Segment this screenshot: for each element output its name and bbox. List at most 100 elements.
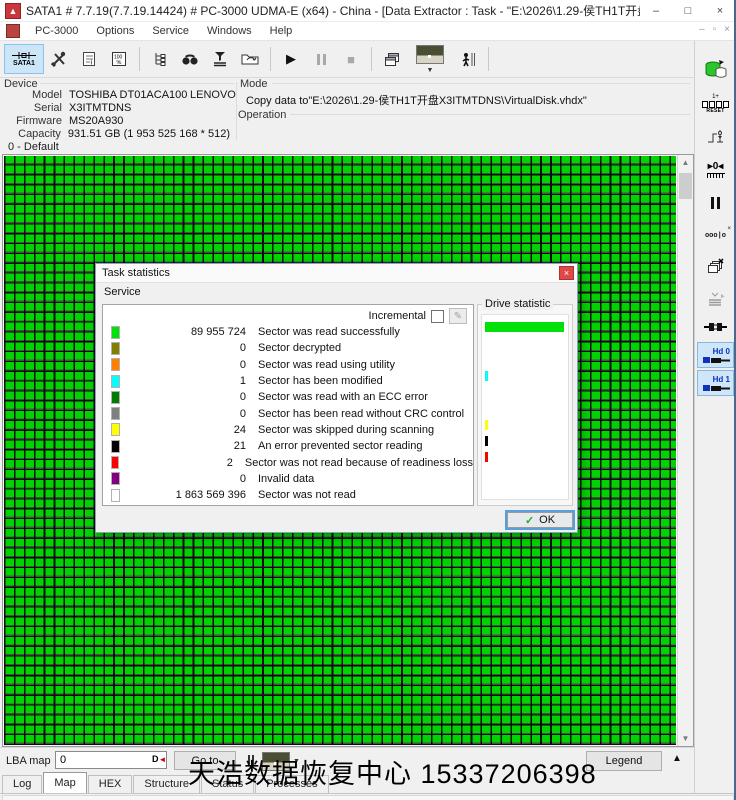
mode-value: Copy data to"E:\2026\1.29-侯TH1T开盘X3ITMTD… <box>246 92 587 108</box>
scrollbar-thumb[interactable] <box>679 173 692 199</box>
map-scrollbar[interactable]: ▲ ▼ <box>677 155 693 746</box>
lba-format-icon[interactable]: D◄ <box>152 754 166 764</box>
legend-button[interactable]: Legend <box>586 751 662 771</box>
reset-drive-button[interactable]: 1+ RESET <box>698 89 733 119</box>
tab-log[interactable]: Log <box>2 775 42 793</box>
statistic-value: 24 <box>120 424 246 436</box>
heads-test-button[interactable]: ▸0◂ <box>698 154 733 184</box>
operation-section-label: Operation <box>238 109 286 121</box>
cascade-windows-button[interactable] <box>377 44 407 74</box>
minimize-button[interactable]: – <box>640 0 672 21</box>
filter-button[interactable] <box>205 44 235 74</box>
connector-icon <box>704 321 727 333</box>
tab-hex[interactable]: HEX <box>88 775 133 793</box>
statistic-label: An error prevented sector reading <box>258 440 422 452</box>
mdi-restore-button[interactable]: ▫ <box>713 24 717 35</box>
sata1-label: SATA1 <box>13 60 35 67</box>
statistic-label: Sector has been read without CRC control <box>258 408 464 420</box>
close-all-windows-button[interactable] <box>698 251 733 281</box>
scroll-down-icon[interactable]: ▼ <box>678 731 693 746</box>
funnel-icon <box>212 51 228 67</box>
hd1-button[interactable]: Hd 1 <box>697 370 734 396</box>
status-color-swatch <box>111 489 120 502</box>
map-thumbnail-icon <box>416 45 444 64</box>
statistic-label: Sector was read with an ECC error <box>258 391 428 403</box>
device-field-value: TOSHIBA DT01ACA100 <box>69 89 187 102</box>
task-structure-button[interactable] <box>145 44 175 74</box>
head-map-button[interactable] <box>698 122 733 152</box>
menu-bar: PC-3000OptionsServiceWindowsHelp – ▫ × <box>0 22 736 41</box>
statistic-row: 0 Invalid data <box>103 471 473 487</box>
statistic-label: Sector decrypted <box>258 342 341 354</box>
statistic-value: 1 <box>120 375 246 387</box>
toolbar-separator <box>371 47 372 71</box>
statistic-value: 0 <box>120 408 246 420</box>
mdi-minimize-button[interactable]: – <box>699 24 705 35</box>
dialog-title-bar[interactable]: Task statistics × <box>96 264 577 283</box>
scroll-up-icon[interactable]: ▲ <box>678 155 693 170</box>
connect-port-button[interactable] <box>698 316 733 338</box>
statistic-label: Invalid data <box>258 473 314 485</box>
statistic-row: 1 Sector has been modified <box>103 373 473 389</box>
statistic-value: 21 <box>120 440 246 452</box>
device-vendor: LENOVO <box>190 89 236 102</box>
drive-statistic-bars <box>481 314 569 500</box>
statistic-value: 89 955 724 <box>120 326 246 338</box>
pause-button[interactable] <box>306 44 336 74</box>
sata1-port-button[interactable]: SATA1 <box>4 44 44 74</box>
statistics-rows: 89 955 724 Sector was read successfully … <box>103 324 473 503</box>
search-button[interactable] <box>175 44 205 74</box>
ok-label: OK <box>539 514 555 526</box>
collapse-up-icon[interactable]: ▲ <box>672 753 682 764</box>
edit-button[interactable]: ✎ <box>449 308 467 324</box>
map-view-select-button[interactable]: ▼ <box>407 44 453 74</box>
exit-button[interactable] <box>453 44 483 74</box>
toolbar-separator <box>270 47 271 71</box>
menu-service[interactable]: Service <box>143 25 198 37</box>
stop-button[interactable]: ■ <box>336 44 366 74</box>
tab-map[interactable]: Map <box>43 772 86 793</box>
resume-task-button[interactable] <box>235 44 265 74</box>
circuit-icon <box>706 128 726 146</box>
device-field-value: 931.51 GB (1 953 525 168 * 512) <box>68 128 230 141</box>
menu-help[interactable]: Help <box>261 25 302 37</box>
statistic-label: Sector has been modified <box>258 375 383 387</box>
start-button[interactable]: ▶ <box>276 44 306 74</box>
device-field-row: Serial X3ITMTDNS <box>0 102 230 115</box>
utility-settings-button[interactable] <box>44 44 74 74</box>
dialog-title: Task statistics <box>102 267 170 279</box>
statistic-value: 2 <box>119 457 233 469</box>
mdi-close-button[interactable]: × <box>724 24 730 35</box>
stop-icon: ■ <box>347 52 355 67</box>
pause-task-button[interactable] <box>698 188 733 218</box>
device-field-label: Model <box>0 89 62 102</box>
statistics-percent-button[interactable]: 100% <box>104 44 134 74</box>
statistic-value: 0 <box>120 473 246 485</box>
menu-options[interactable]: Options <box>87 25 143 37</box>
incremental-row: Incremental ✎ <box>369 308 467 324</box>
log-script-button[interactable]: i <box>74 44 104 74</box>
hd1-label: Hd 1 <box>713 375 730 384</box>
dialog-menu-service[interactable]: Service <box>96 286 149 298</box>
gray-funnel-play-icon <box>707 292 725 307</box>
maximize-button[interactable]: □ <box>672 0 704 21</box>
small-x-icon: × <box>727 227 731 232</box>
close-button[interactable]: × <box>704 0 736 21</box>
ok-button[interactable]: ✓ OK <box>505 510 575 530</box>
main-toolbar: SATA1 i 100% <box>0 41 694 78</box>
menu-windows[interactable]: Windows <box>198 25 261 37</box>
hd0-button[interactable]: Hd 0 <box>697 342 734 368</box>
sectors-icon: ooo|o <box>705 232 726 240</box>
dialog-close-button[interactable]: × <box>559 266 574 280</box>
copy-data-button[interactable] <box>698 55 733 85</box>
folder-redo-icon <box>241 52 259 66</box>
lba-input[interactable] <box>55 751 167 769</box>
status-color-swatch <box>111 440 120 453</box>
status-color-swatch <box>111 407 120 420</box>
pc3000-icon <box>6 24 20 38</box>
toolbar-separator <box>139 47 140 71</box>
sector-edit-button[interactable]: × ooo|o <box>698 218 733 248</box>
menu-pc-3000[interactable]: PC-3000 <box>26 25 87 37</box>
filter-run-button-disabled[interactable] <box>698 284 733 314</box>
incremental-checkbox[interactable] <box>431 310 444 323</box>
